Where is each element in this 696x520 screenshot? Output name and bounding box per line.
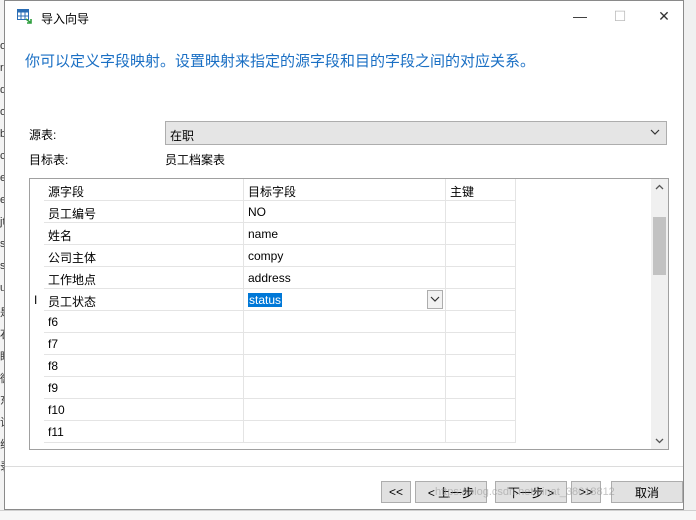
row-indicator xyxy=(30,267,44,289)
target-field-cell[interactable]: address xyxy=(244,267,446,289)
source-field-cell: f9 xyxy=(44,377,244,399)
primary-key-cell[interactable] xyxy=(446,333,516,355)
cancel-button[interactable]: 取消 xyxy=(611,481,683,503)
table-row[interactable]: f11 xyxy=(30,421,652,443)
column-header-source[interactable]: 源字段 xyxy=(44,179,244,201)
maximize-button: ☐ xyxy=(597,1,643,31)
column-header-target[interactable]: 目标字段 xyxy=(244,179,446,201)
primary-key-cell[interactable] xyxy=(446,377,516,399)
table-row[interactable]: f8 xyxy=(30,355,652,377)
source-field-cell: f8 xyxy=(44,355,244,377)
table-row[interactable]: 员工编号 NO xyxy=(30,201,652,223)
grid-vertical-scrollbar[interactable] xyxy=(651,179,668,449)
table-row[interactable]: I 员工状态 status xyxy=(30,289,652,311)
source-table-select[interactable]: 在职 xyxy=(165,121,667,145)
scrollbar-thumb[interactable] xyxy=(653,217,666,275)
maximize-icon: ☐ xyxy=(613,7,627,24)
source-field-cell: 姓名 xyxy=(44,223,244,245)
column-header-primary-key[interactable]: 主键 xyxy=(446,179,516,201)
row-indicator xyxy=(30,333,44,355)
grid-header: 源字段 目标字段 主键 xyxy=(30,179,652,201)
row-indicator xyxy=(30,201,44,223)
row-indicator xyxy=(30,421,44,443)
primary-key-cell[interactable] xyxy=(446,421,516,443)
source-table-label: 源表: xyxy=(29,128,57,142)
target-field-dropdown-button[interactable] xyxy=(427,290,443,309)
minimize-icon: — xyxy=(573,8,587,24)
target-field-cell[interactable]: name xyxy=(244,223,446,245)
table-row[interactable]: f6 xyxy=(30,311,652,333)
target-field-cell[interactable]: compy xyxy=(244,245,446,267)
close-button[interactable]: ✕ xyxy=(641,1,687,31)
source-field-cell: f6 xyxy=(44,311,244,333)
row-indicator xyxy=(30,311,44,333)
row-indicator xyxy=(30,223,44,245)
primary-key-cell[interactable] xyxy=(446,223,516,245)
table-row[interactable]: f7 xyxy=(30,333,652,355)
footer-divider xyxy=(5,466,683,467)
table-row[interactable]: 姓名 name xyxy=(30,223,652,245)
target-field-cell[interactable]: status xyxy=(244,289,446,311)
target-field-cell[interactable]: NO xyxy=(244,201,446,223)
target-table-value: 员工档案表 xyxy=(165,153,226,167)
target-field-cell[interactable] xyxy=(244,333,446,355)
watermark: https://blog.csdn.net/sinat_38018812 xyxy=(435,486,615,498)
target-field-cell[interactable] xyxy=(244,311,446,333)
primary-key-cell[interactable] xyxy=(446,267,516,289)
table-import-icon xyxy=(17,9,32,24)
source-field-cell: f10 xyxy=(44,399,244,421)
table-row[interactable]: 公司主体 compy xyxy=(30,245,652,267)
primary-key-cell[interactable] xyxy=(446,201,516,223)
target-field-selected-value[interactable]: status xyxy=(248,293,283,307)
window-title: 导入向导 xyxy=(41,12,90,26)
source-field-cell: f7 xyxy=(44,333,244,355)
chevron-down-icon xyxy=(430,296,440,302)
source-field-cell: f11 xyxy=(44,421,244,443)
target-field-cell[interactable] xyxy=(244,399,446,421)
scroll-down-icon[interactable] xyxy=(654,435,665,446)
target-table-label: 目标表: xyxy=(29,153,69,167)
import-wizard-dialog: 导入向导 — ☐ ✕ 你可以定义字段映射。设置映射来指定的源字段和目的字段之间的… xyxy=(4,0,684,510)
field-mapping-grid: 源字段 目标字段 主键 员工编号 NO 姓名 name 公司主体 compy 工作地点 add… xyxy=(29,178,669,450)
primary-key-cell[interactable] xyxy=(446,245,516,267)
row-indicator xyxy=(30,377,44,399)
source-field-cell: 工作地点 xyxy=(44,267,244,289)
source-field-cell: 公司主体 xyxy=(44,245,244,267)
chevron-down-icon xyxy=(650,129,660,135)
table-row[interactable]: f10 xyxy=(30,399,652,421)
target-field-cell[interactable] xyxy=(244,377,446,399)
primary-key-cell[interactable] xyxy=(446,311,516,333)
source-table-value: 在职 xyxy=(170,129,195,143)
close-icon: ✕ xyxy=(658,7,670,24)
source-field-cell: 员工状态 xyxy=(44,289,244,311)
row-indicator xyxy=(30,245,44,267)
target-field-cell[interactable] xyxy=(244,421,446,443)
source-field-cell: 员工编号 xyxy=(44,201,244,223)
row-indicator xyxy=(30,355,44,377)
target-field-cell[interactable] xyxy=(244,355,446,377)
table-row[interactable]: f9 xyxy=(30,377,652,399)
scroll-up-icon[interactable] xyxy=(654,182,665,193)
primary-key-cell[interactable] xyxy=(446,399,516,421)
table-row[interactable]: 工作地点 address xyxy=(30,267,652,289)
primary-key-cell[interactable] xyxy=(446,355,516,377)
instruction-text: 你可以定义字段映射。设置映射来指定的源字段和目的字段之间的对应关系。 xyxy=(25,53,536,70)
row-header-blank xyxy=(30,179,44,201)
row-indicator xyxy=(30,399,44,421)
first-step-button[interactable]: << xyxy=(381,481,411,503)
row-indicator: I xyxy=(34,293,38,307)
primary-key-cell[interactable] xyxy=(446,289,516,311)
title-bar: 导入向导 — ☐ ✕ xyxy=(5,1,683,33)
